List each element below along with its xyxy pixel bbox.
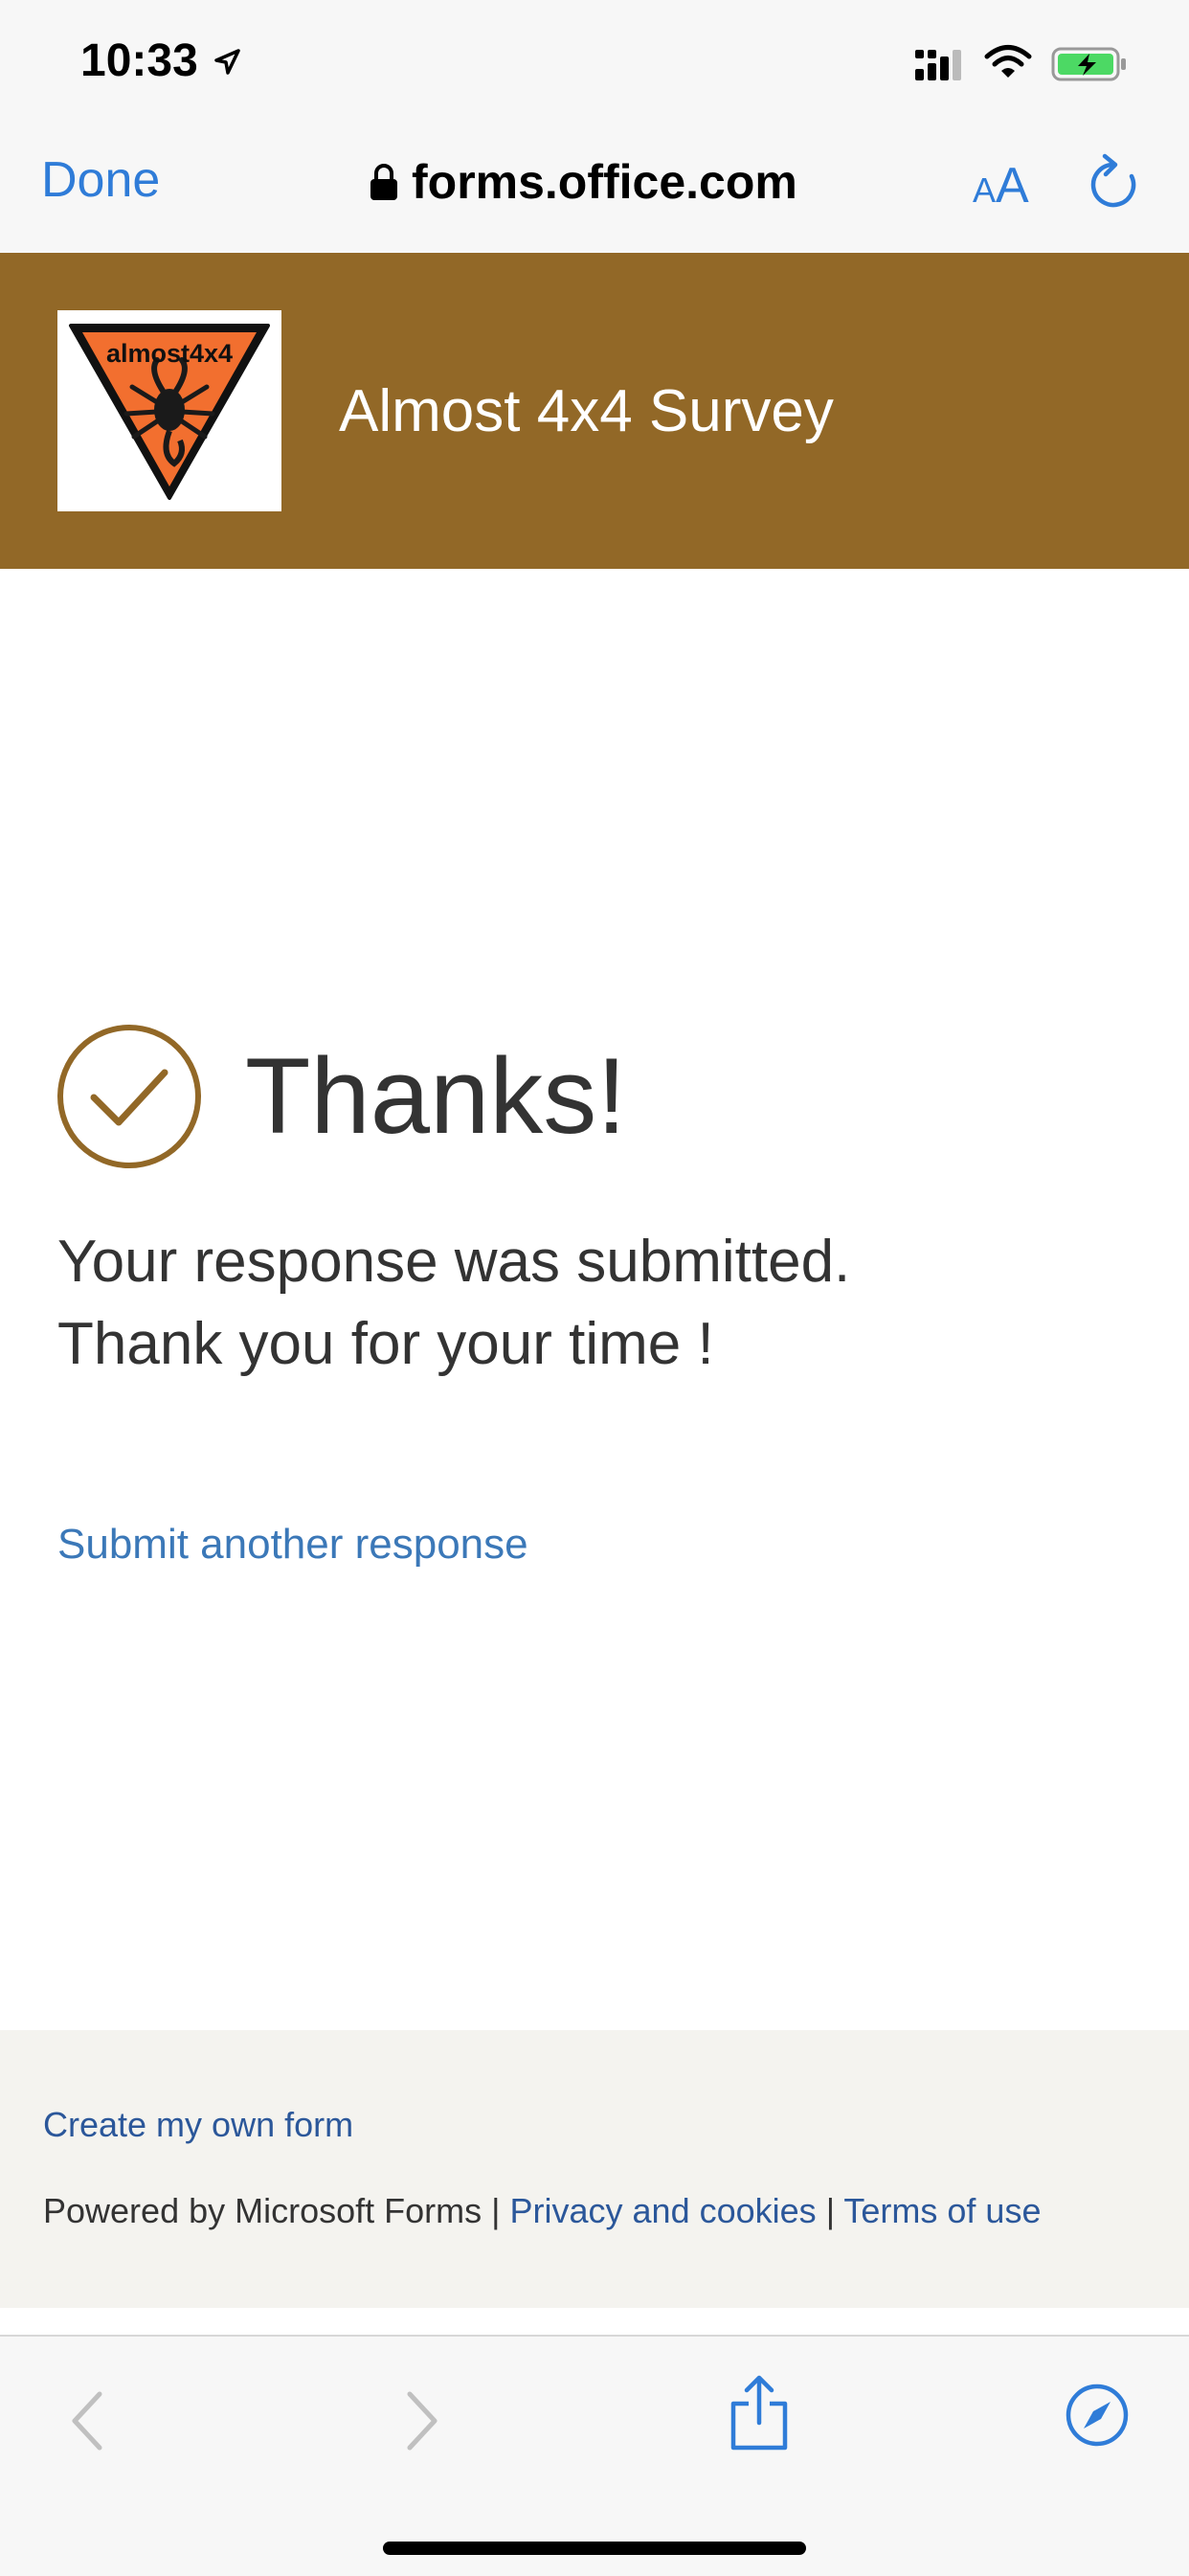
logo-text: almost4x4 [105, 339, 234, 368]
browser-toolbar [0, 2335, 1189, 2576]
submit-another-response-link[interactable]: Submit another response [57, 1521, 528, 1569]
powered-by-line: Powered by Microsoft Forms | Privacy and… [43, 2191, 1041, 2231]
url-text: forms.office.com [412, 155, 797, 209]
forms-footer: Create my own form Powered by Microsoft … [0, 2030, 1189, 2308]
form-title: Almost 4x4 Survey [339, 378, 834, 444]
share-icon[interactable] [726, 2375, 793, 2452]
url-display[interactable]: forms.office.com [370, 153, 797, 211]
text-size-large-label: A [996, 158, 1029, 214]
home-indicator[interactable] [383, 2542, 806, 2555]
location-arrow-icon [214, 49, 240, 75]
confirmation-message: Your response was submitted. [57, 1229, 851, 1295]
done-button[interactable]: Done [41, 151, 160, 209]
reload-icon[interactable] [1088, 153, 1139, 213]
thanks-heading: Thanks! [245, 1036, 627, 1156]
status-bar: 10:33 [0, 0, 1189, 124]
browser-nav-bar: Done forms.office.com AA [0, 124, 1189, 253]
battery-charging-icon [1051, 47, 1126, 81]
wifi-icon [984, 45, 1032, 78]
powered-by-text: Powered by Microsoft Forms [43, 2191, 482, 2230]
text-size-small-label: A [973, 170, 997, 210]
form-logo: almost4x4 [57, 310, 281, 511]
cellular-signal-icon [915, 50, 961, 80]
status-time: 10:33 [80, 35, 198, 86]
create-my-own-form-link[interactable]: Create my own form [43, 2105, 353, 2145]
checkmark-circle-icon [57, 1025, 201, 1168]
lock-icon [370, 164, 397, 200]
footer-separator: | [491, 2191, 501, 2230]
back-icon[interactable] [69, 2390, 107, 2452]
text-size-button[interactable]: AA [973, 157, 1029, 215]
privacy-and-cookies-link[interactable]: Privacy and cookies [510, 2191, 817, 2230]
compass-icon[interactable] [1065, 2383, 1130, 2448]
form-header: almost4x4 Almost 4x4 Survey [0, 253, 1189, 569]
footer-separator: | [825, 2191, 836, 2230]
thank-you-message: Thank you for your time ! [57, 1311, 714, 1377]
terms-of-use-link[interactable]: Terms of use [843, 2191, 1041, 2230]
forward-icon[interactable] [402, 2390, 440, 2452]
